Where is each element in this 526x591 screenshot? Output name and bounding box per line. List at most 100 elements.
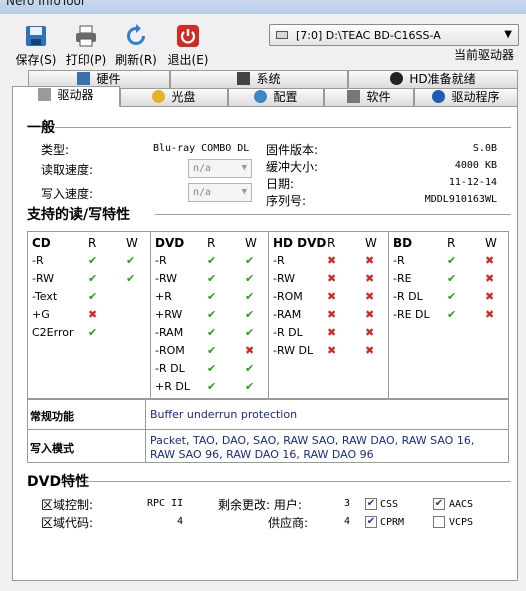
tab-label: 驱动程序 [451, 90, 500, 104]
drive-selector-caption: 当前驱动器 [453, 48, 514, 62]
cross-icon: ✖ [327, 308, 337, 321]
cprm-checkbox[interactable]: ✔ [365, 516, 377, 528]
read-column-header: R [447, 236, 456, 250]
rw-group-title: DVD [155, 236, 185, 250]
check-icon: ✔ [245, 254, 255, 267]
region-control-label: 区域控制: [41, 498, 94, 512]
divider [55, 127, 511, 128]
cross-icon: ✖ [365, 272, 375, 285]
rw-format-label: -ROM [155, 344, 185, 357]
rw-format-label: -RAM [155, 326, 184, 339]
css-checkbox[interactable]: ✔ [365, 498, 377, 510]
vcps-checkbox[interactable] [433, 516, 445, 528]
cross-icon: ✖ [485, 254, 495, 267]
features-table: 常规功能 Buffer underrun protection 写入模式 Pac… [27, 399, 509, 463]
rw-group-hd-dvd: HD DVD R W -R ✖ ✖ -RW ✖ ✖ -ROM ✖ ✖ -RAM ✖ ✖ -R DL ✖ ✖ -RW … [268, 232, 388, 398]
write-speed-label: 写入速度: [41, 187, 94, 201]
hardware-icon [77, 72, 91, 85]
common-features-label: 常规功能 [28, 400, 146, 429]
buffer-label: 缓冲大小: [266, 160, 319, 174]
print-label: 打印(P) [65, 53, 107, 67]
tab-label: 硬件 [96, 72, 121, 86]
drive-panel: 一般 类型: Blu-ray COMBO DL 读取速度: n/a ▼ 写入速度:… [12, 106, 518, 581]
common-features-row: 常规功能 Buffer underrun protection [28, 399, 508, 429]
config-icon [254, 90, 268, 103]
drive-selector[interactable]: [7:0] D:\TEAC BD-C16SS-A ▼ [269, 24, 519, 46]
read-speed-select[interactable]: n/a ▼ [188, 159, 252, 178]
refresh-button[interactable]: 刷新(R) [114, 24, 158, 74]
tab-software[interactable]: 软件 [324, 88, 414, 106]
tab-config[interactable]: 配置 [228, 88, 324, 106]
rw-format-label: -RE DL [393, 308, 430, 321]
printer-icon [76, 25, 96, 47]
check-icon: ✔ [88, 254, 98, 267]
vendor-value: 4 [344, 516, 351, 527]
check-icon: ✔ [88, 272, 98, 285]
check-icon: ✔ [245, 380, 255, 393]
read-column-header: R [207, 236, 216, 250]
tab-label: 驱动器 [57, 88, 94, 102]
type-label: 类型: [41, 143, 70, 157]
rw-format-label: -RAM [273, 308, 302, 321]
rw-format-label: -RW DL [273, 344, 314, 357]
chevron-down-icon: ▼ [241, 163, 247, 173]
read-speed-label: 读取速度: [41, 163, 94, 177]
rw-group-bd: BD R W -R ✔ ✖ -RE ✔ ✖ -R DL ✔ ✖ -RE DL ✔ ✖ [388, 232, 508, 398]
rw-format-label: -Text [32, 290, 58, 303]
check-icon: ✔ [207, 290, 217, 303]
tab-label: 配置 [273, 90, 298, 104]
check-icon: ✔ [207, 308, 217, 321]
aacs-checkbox[interactable]: ✔ [433, 498, 445, 510]
write-column-header: W [126, 236, 138, 250]
check-icon: ✔ [88, 326, 98, 339]
rw-format-label: -R DL [155, 362, 185, 375]
rw-group-title: HD DVD [273, 236, 327, 250]
check-icon: ✔ [207, 254, 217, 267]
write-speed-value: n/a [193, 187, 212, 198]
tab-disc[interactable]: 光盘 [120, 88, 228, 106]
tab-label: 系统 [256, 72, 281, 86]
write-mode-row: 写入模式 Packet, TAO, DAO, SAO, RAW SAO, RAW… [28, 429, 508, 462]
cross-icon: ✖ [245, 344, 255, 357]
check-icon: ✔ [447, 272, 457, 285]
rw-format-label: -RW [155, 272, 178, 285]
tab-row-bottom: 驱动器 光盘 配置 软件 驱动程序 [12, 86, 518, 107]
region-control-value: RPC II [147, 498, 184, 509]
write-column-header: W [485, 236, 497, 250]
type-value: Blu-ray COMBO DL [153, 143, 250, 154]
vendor-label: 供应商: [268, 516, 309, 530]
tab-system[interactable]: 系统 [170, 70, 348, 88]
cross-icon: ✖ [485, 272, 495, 285]
rw-format-label: -RW [32, 272, 55, 285]
rw-format-label: C2Error [32, 326, 74, 339]
cross-icon: ✖ [365, 308, 375, 321]
save-icon [26, 26, 46, 46]
tab-label: HD准备就绪 [409, 72, 476, 86]
tab-label: 软件 [366, 90, 391, 104]
date-label: 日期: [266, 177, 295, 191]
rw-format-label: -R [273, 254, 285, 267]
check-icon: ✔ [245, 362, 255, 375]
save-button[interactable]: 保存(S) [14, 24, 58, 74]
exit-button[interactable]: 退出(E) [166, 24, 210, 74]
cross-icon: ✖ [485, 308, 495, 321]
rw-format-label: +RW [155, 308, 183, 321]
rw-heading: 支持的读/写特性 [27, 207, 131, 223]
cross-icon: ✖ [88, 308, 98, 321]
tab-driver[interactable]: 驱动程序 [414, 88, 518, 106]
print-button[interactable]: 打印(P) [64, 24, 108, 74]
check-icon: ✔ [207, 326, 217, 339]
check-icon: ✔ [245, 308, 255, 321]
date-value: 11-12-14 [448, 177, 497, 188]
refresh-icon [127, 24, 145, 45]
write-speed-select[interactable]: n/a ▼ [188, 183, 252, 202]
tab-hd-ready[interactable]: HD准备就绪 [348, 70, 518, 88]
check-icon: ✔ [245, 290, 255, 303]
system-icon [237, 72, 251, 85]
check-icon: ✔ [126, 254, 136, 267]
rw-format-label: -RE [393, 272, 412, 285]
tab-label: 光盘 [171, 90, 196, 104]
tab-drive[interactable]: 驱动器 [12, 86, 120, 107]
region-code-value: 4 [177, 516, 184, 527]
chevron-down-icon: ▼ [241, 187, 247, 197]
